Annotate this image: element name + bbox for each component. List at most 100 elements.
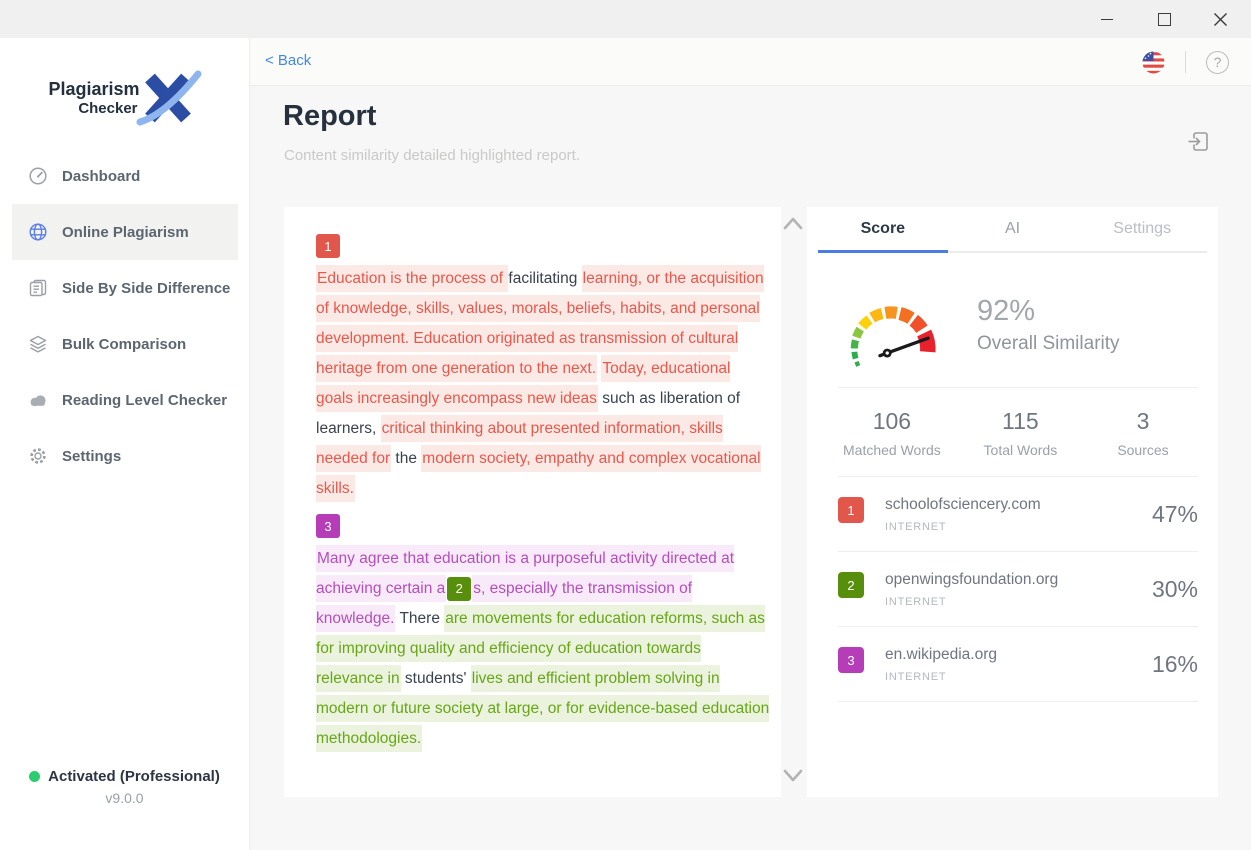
source-info: openwingsfoundation.org INTERNET <box>885 571 1058 608</box>
plain-text: There <box>395 610 444 627</box>
stat-value: 115 <box>977 408 1063 435</box>
score-panel-tabs: ScoreAISettings <box>818 207 1207 253</box>
score-panel: ScoreAISettings 92% Overall Similarity 1… <box>807 207 1218 797</box>
source-type: INTERNET <box>885 596 1058 608</box>
status-dot-icon <box>29 771 40 782</box>
help-icon[interactable]: ? <box>1206 51 1229 74</box>
source-number-badge: 1 <box>838 497 864 523</box>
us-flag-icon[interactable] <box>1142 51 1165 74</box>
stat-label: Sources <box>1100 442 1186 458</box>
stat-value: 3 <box>1100 408 1186 435</box>
gauge-segment <box>854 352 855 359</box>
sidebar-item-label: Side By Side Difference <box>62 280 230 297</box>
back-link[interactable]: < Back <box>265 52 311 69</box>
scroll-up-icon[interactable] <box>782 215 804 236</box>
gauge-segment <box>872 313 882 317</box>
plain-text: the <box>391 450 421 467</box>
app-logo-text: Plagiarism Checker <box>48 79 139 117</box>
gauge-segment <box>924 333 928 352</box>
gear-icon <box>28 446 48 466</box>
source-row-schoolofsciencery-com[interactable]: 1 schoolofsciencery.com INTERNET 47% <box>838 477 1198 552</box>
main-area: < Back ? Report Content similarity detai… <box>250 38 1251 850</box>
minimize-button[interactable] <box>1084 0 1130 38</box>
sidebar-item-online-plagiarism[interactable]: Online Plagiarism <box>12 204 238 260</box>
source-info: schoolofsciencery.com INTERNET <box>885 496 1041 533</box>
minimize-icon <box>1101 19 1113 20</box>
layers-icon <box>28 334 48 354</box>
tab-ai[interactable]: AI <box>948 207 1078 251</box>
logo-line2: Checker <box>48 100 139 117</box>
gauge-icon <box>28 166 48 186</box>
topbar: < Back ? <box>250 38 1251 86</box>
similarity-gauge <box>835 277 953 373</box>
sidebar-item-side-by-side-difference[interactable]: Side By Side Difference <box>0 260 250 316</box>
app-version: v9.0.0 <box>0 790 249 806</box>
gauge-segment <box>857 362 859 366</box>
source-info: en.wikipedia.org INTERNET <box>885 646 997 683</box>
sidebar-item-reading-level-checker[interactable]: Reading Level Checker <box>0 372 250 428</box>
sidebar-item-label: Dashboard <box>62 168 140 185</box>
stat-label: Matched Words <box>843 442 941 458</box>
document-scrollbar[interactable] <box>781 207 806 797</box>
source-marker-badge-2[interactable]: 2 <box>447 577 471 601</box>
sidebar-item-settings[interactable]: Settings <box>0 428 250 484</box>
source-number-badge: 2 <box>838 572 864 598</box>
sidebar-item-bulk-comparison[interactable]: Bulk Comparison <box>0 316 250 372</box>
source-percent: 47% <box>1152 501 1198 528</box>
plain-text: facilitating <box>508 270 581 287</box>
source-percent: 16% <box>1152 651 1198 678</box>
stat-label: Total Words <box>977 442 1063 458</box>
sidebar: Plagiarism Checker Dashboard Online Plagi… <box>0 38 250 850</box>
stat-value: 106 <box>843 408 941 435</box>
highlighted-text-red[interactable]: Education is the process of <box>316 265 508 292</box>
document-paragraph: Education is the process of facilitating… <box>316 264 771 504</box>
stat-matched-words: 106 Matched Words <box>843 408 941 458</box>
status-line: Activated (Professional) <box>0 768 249 785</box>
sidebar-menu: Dashboard Online Plagiarism Side By Side D… <box>0 148 250 484</box>
badge-row: 3 <box>316 514 771 538</box>
close-button[interactable] <box>1197 0 1243 38</box>
page-title: Report <box>283 100 376 133</box>
document-icon <box>28 278 48 298</box>
document-report-panel: 1 Education is the process of facilitatin… <box>284 207 806 797</box>
source-marker-badge-3[interactable]: 3 <box>316 514 340 538</box>
sidebar-item-label: Settings <box>62 448 121 465</box>
app-logo: Plagiarism Checker <box>0 70 250 126</box>
document-content: 1 Education is the process of facilitatin… <box>316 234 771 754</box>
source-type: INTERNET <box>885 671 997 683</box>
score-text: 92% Overall Similarity <box>977 295 1120 355</box>
cloud-icon <box>28 390 48 410</box>
source-domain: openwingsfoundation.org <box>885 571 1058 589</box>
source-number-badge: 3 <box>838 647 864 673</box>
scroll-down-icon[interactable] <box>782 768 804 789</box>
export-report-button[interactable] <box>1187 130 1210 158</box>
maximize-button[interactable] <box>1141 0 1187 38</box>
source-domain: schoolofsciencery.com <box>885 496 1041 514</box>
logo-x-mark <box>136 70 202 126</box>
tab-score[interactable]: Score <box>818 207 948 251</box>
source-type: INTERNET <box>885 521 1041 533</box>
similarity-percent: 92% <box>977 295 1120 328</box>
sidebar-item-label: Bulk Comparison <box>62 336 186 353</box>
overall-score: 92% Overall Similarity <box>807 253 1218 373</box>
logo-line1: Plagiarism <box>48 79 139 100</box>
source-row-openwingsfoundation-org[interactable]: 2openwingsfoundation.orgINTERNET30% <box>838 552 1198 627</box>
window-titlebar <box>0 0 1251 38</box>
source-row-en-wikipedia-org[interactable]: 3 en.wikipedia.org INTERNET 16% <box>838 627 1198 702</box>
topbar-icons: ? <box>1142 38 1229 86</box>
sidebar-item-dashboard[interactable]: Dashboard <box>0 148 250 204</box>
stat-total-words: 115 Total Words <box>977 408 1063 458</box>
maximize-icon <box>1158 13 1171 26</box>
source-marker-badge-1[interactable]: 1 <box>316 234 340 258</box>
gauge-segment <box>854 340 855 348</box>
gauge-segment <box>856 329 860 337</box>
stats-row: 106 Matched Words 115 Total Words 3 Sources <box>807 388 1218 476</box>
tab-settings[interactable]: Settings <box>1077 207 1207 251</box>
plain-text: students' <box>401 670 471 687</box>
document-paragraph: Many agree that education is a purposefu… <box>316 544 771 754</box>
export-icon <box>1187 130 1210 153</box>
globe-icon <box>28 222 48 242</box>
sources-list: 1 schoolofsciencery.com INTERNET 47% 2 openwi… <box>807 477 1218 702</box>
similarity-label: Overall Similarity <box>977 333 1120 355</box>
source-domain: en.wikipedia.org <box>885 646 997 664</box>
